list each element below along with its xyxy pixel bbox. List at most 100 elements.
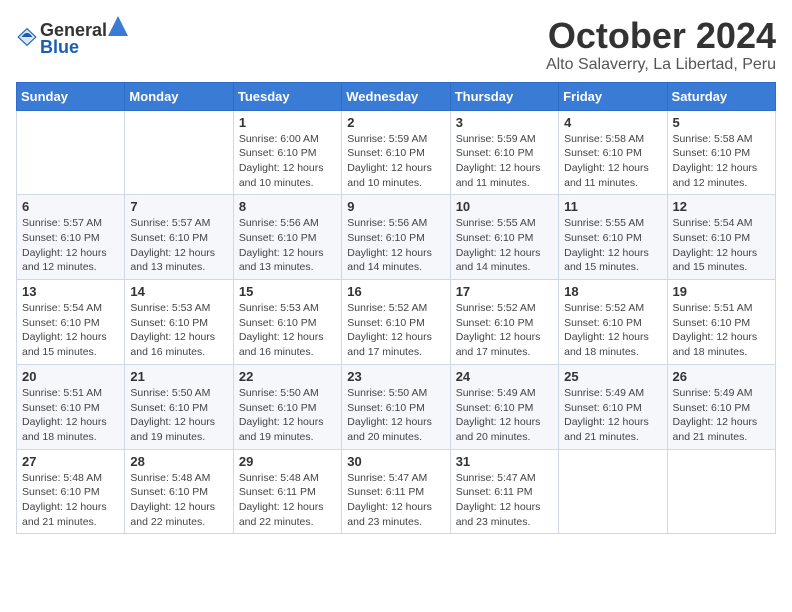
calendar-week-row: 1Sunrise: 6:00 AMSunset: 6:10 PMDaylight… — [17, 110, 776, 195]
day-number: 20 — [22, 369, 119, 384]
day-info: Sunrise: 5:53 AMSunset: 6:10 PMDaylight:… — [130, 301, 227, 360]
day-number: 26 — [673, 369, 770, 384]
calendar-cell: 30 Sunrise: 5:47 AMSunset: 6:11 PMDayligh… — [342, 449, 450, 534]
logo-triangle-icon — [108, 16, 128, 36]
calendar-cell: 15 Sunrise: 5:53 AMSunset: 6:10 PMDayligh… — [233, 280, 341, 365]
day-info: Sunrise: 5:47 AMSunset: 6:11 PMDaylight:… — [347, 471, 444, 530]
column-header-tuesday: Tuesday — [233, 82, 341, 110]
day-info: Sunrise: 5:48 AMSunset: 6:10 PMDaylight:… — [130, 471, 227, 530]
day-number: 8 — [239, 199, 336, 214]
day-number: 18 — [564, 284, 661, 299]
calendar-cell: 31 Sunrise: 5:47 AMSunset: 6:11 PMDayligh… — [450, 449, 558, 534]
calendar-cell: 23 Sunrise: 5:50 AMSunset: 6:10 PMDayligh… — [342, 364, 450, 449]
calendar-cell: 28Sunrise: 5:48 AMSunset: 6:10 PMDayligh… — [125, 449, 233, 534]
calendar-table: SundayMondayTuesdayWednesdayThursdayFrid… — [16, 82, 776, 535]
day-number: 22 — [239, 369, 336, 384]
day-info: Sunrise: 5:52 AMSunset: 6:10 PMDaylight:… — [456, 301, 553, 360]
day-number: 15 — [239, 284, 336, 299]
day-number: 30 — [347, 454, 444, 469]
calendar-cell: 8 Sunrise: 5:56 AMSunset: 6:10 PMDaylight… — [233, 195, 341, 280]
calendar-cell: 20Sunrise: 5:51 AMSunset: 6:10 PMDayligh… — [17, 364, 125, 449]
day-info: Sunrise: 5:59 AMSunset: 6:10 PMDaylight:… — [456, 132, 553, 191]
column-header-monday: Monday — [125, 82, 233, 110]
day-info: Sunrise: 5:55 AMSunset: 6:10 PMDaylight:… — [456, 216, 553, 275]
calendar-cell: 14 Sunrise: 5:53 AMSunset: 6:10 PMDayligh… — [125, 280, 233, 365]
calendar-cell: 17 Sunrise: 5:52 AMSunset: 6:10 PMDayligh… — [450, 280, 558, 365]
day-info: Sunrise: 5:56 AMSunset: 6:10 PMDaylight:… — [239, 216, 336, 275]
calendar-cell: 18 Sunrise: 5:52 AMSunset: 6:10 PMDayligh… — [559, 280, 667, 365]
day-info: Sunrise: 5:54 AMSunset: 6:10 PMDaylight:… — [22, 301, 119, 360]
day-number: 17 — [456, 284, 553, 299]
day-number: 10 — [456, 199, 553, 214]
calendar-cell — [667, 449, 775, 534]
calendar-body: 1Sunrise: 6:00 AMSunset: 6:10 PMDaylight… — [17, 110, 776, 534]
column-header-thursday: Thursday — [450, 82, 558, 110]
day-number: 19 — [673, 284, 770, 299]
day-info: Sunrise: 5:49 AMSunset: 6:10 PMDaylight:… — [456, 386, 553, 445]
calendar-cell: 10 Sunrise: 5:55 AMSunset: 6:10 PMDayligh… — [450, 195, 558, 280]
calendar-cell: 12 Sunrise: 5:54 AMSunset: 6:10 PMDayligh… — [667, 195, 775, 280]
calendar-header: SundayMondayTuesdayWednesdayThursdayFrid… — [17, 82, 776, 110]
day-number: 9 — [347, 199, 444, 214]
day-number: 1 — [239, 115, 336, 130]
calendar-cell: 19Sunrise: 5:51 AMSunset: 6:10 PMDayligh… — [667, 280, 775, 365]
day-info: Sunrise: 5:58 AMSunset: 6:10 PMDaylight:… — [564, 132, 661, 191]
calendar-cell: 11 Sunrise: 5:55 AMSunset: 6:10 PMDayligh… — [559, 195, 667, 280]
day-info: Sunrise: 5:53 AMSunset: 6:10 PMDaylight:… — [239, 301, 336, 360]
day-info: Sunrise: 5:48 AMSunset: 6:10 PMDaylight:… — [22, 471, 119, 530]
calendar-week-row: 20Sunrise: 5:51 AMSunset: 6:10 PMDayligh… — [17, 364, 776, 449]
day-number: 4 — [564, 115, 661, 130]
day-number: 31 — [456, 454, 553, 469]
calendar-cell: 29 Sunrise: 5:48 AMSunset: 6:11 PMDayligh… — [233, 449, 341, 534]
day-info: Sunrise: 5:52 AMSunset: 6:10 PMDaylight:… — [564, 301, 661, 360]
calendar-cell: 13Sunrise: 5:54 AMSunset: 6:10 PMDayligh… — [17, 280, 125, 365]
day-number: 21 — [130, 369, 227, 384]
day-info: Sunrise: 5:54 AMSunset: 6:10 PMDaylight:… — [673, 216, 770, 275]
page-header: General Blue October 2024 Alto Salaverry… — [16, 16, 776, 74]
day-info: Sunrise: 5:57 AMSunset: 6:10 PMDaylight:… — [130, 216, 227, 275]
day-number: 12 — [673, 199, 770, 214]
calendar-week-row: 27 Sunrise: 5:48 AMSunset: 6:10 PMDayligh… — [17, 449, 776, 534]
column-header-friday: Friday — [559, 82, 667, 110]
calendar-cell: 9 Sunrise: 5:56 AMSunset: 6:10 PMDaylight… — [342, 195, 450, 280]
day-number: 29 — [239, 454, 336, 469]
calendar-cell — [559, 449, 667, 534]
calendar-cell: 2 Sunrise: 5:59 AMSunset: 6:10 PMDaylight… — [342, 110, 450, 195]
calendar-cell: 24Sunrise: 5:49 AMSunset: 6:10 PMDayligh… — [450, 364, 558, 449]
day-number: 2 — [347, 115, 444, 130]
day-number: 14 — [130, 284, 227, 299]
day-number: 3 — [456, 115, 553, 130]
day-info: Sunrise: 5:48 AMSunset: 6:11 PMDaylight:… — [239, 471, 336, 530]
calendar-cell: 4 Sunrise: 5:58 AMSunset: 6:10 PMDaylight… — [559, 110, 667, 195]
day-info: Sunrise: 5:56 AMSunset: 6:10 PMDaylight:… — [347, 216, 444, 275]
calendar-cell: 21Sunrise: 5:50 AMSunset: 6:10 PMDayligh… — [125, 364, 233, 449]
logo: General Blue — [16, 16, 129, 58]
day-info: Sunrise: 5:47 AMSunset: 6:11 PMDaylight:… — [456, 471, 553, 530]
calendar-cell: 1Sunrise: 6:00 AMSunset: 6:10 PMDaylight… — [233, 110, 341, 195]
calendar-cell: 7 Sunrise: 5:57 AMSunset: 6:10 PMDaylight… — [125, 195, 233, 280]
calendar-cell — [125, 110, 233, 195]
calendar-cell: 27 Sunrise: 5:48 AMSunset: 6:10 PMDayligh… — [17, 449, 125, 534]
column-header-wednesday: Wednesday — [342, 82, 450, 110]
day-number: 11 — [564, 199, 661, 214]
day-info: Sunrise: 5:59 AMSunset: 6:10 PMDaylight:… — [347, 132, 444, 191]
day-number: 27 — [22, 454, 119, 469]
day-info: Sunrise: 5:49 AMSunset: 6:10 PMDaylight:… — [564, 386, 661, 445]
title-block: October 2024 Alto Salaverry, La Libertad… — [546, 16, 776, 74]
calendar-subtitle: Alto Salaverry, La Libertad, Peru — [546, 56, 776, 74]
column-header-saturday: Saturday — [667, 82, 775, 110]
day-info: Sunrise: 5:55 AMSunset: 6:10 PMDaylight:… — [564, 216, 661, 275]
day-info: Sunrise: 5:58 AMSunset: 6:10 PMDaylight:… — [673, 132, 770, 191]
day-info: Sunrise: 5:50 AMSunset: 6:10 PMDaylight:… — [239, 386, 336, 445]
day-number: 6 — [22, 199, 119, 214]
calendar-cell: 26Sunrise: 5:49 AMSunset: 6:10 PMDayligh… — [667, 364, 775, 449]
day-number: 7 — [130, 199, 227, 214]
calendar-cell: 22 Sunrise: 5:50 AMSunset: 6:10 PMDayligh… — [233, 364, 341, 449]
calendar-cell: 3 Sunrise: 5:59 AMSunset: 6:10 PMDaylight… — [450, 110, 558, 195]
column-header-sunday: Sunday — [17, 82, 125, 110]
day-number: 25 — [564, 369, 661, 384]
day-info: Sunrise: 5:50 AMSunset: 6:10 PMDaylight:… — [347, 386, 444, 445]
day-info: Sunrise: 5:52 AMSunset: 6:10 PMDaylight:… — [347, 301, 444, 360]
day-number: 23 — [347, 369, 444, 384]
calendar-week-row: 6 Sunrise: 5:57 AMSunset: 6:10 PMDaylight… — [17, 195, 776, 280]
